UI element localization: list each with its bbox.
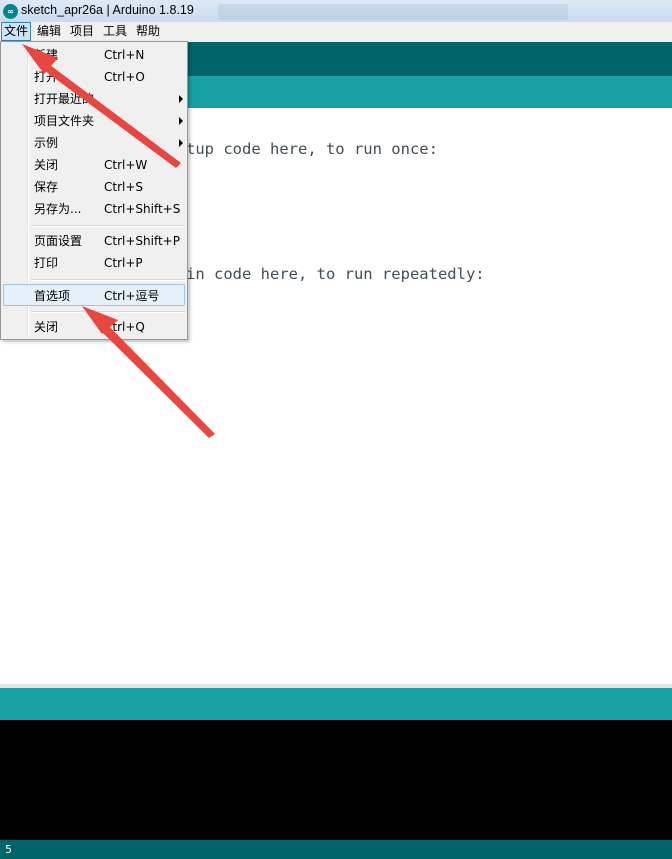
window-title: sketch_apr26a | Arduino 1.8.19 [21,3,194,17]
menu-separator [31,279,185,281]
message-bar [0,688,672,720]
menu-item-label: 首选项 [34,289,71,303]
menu-item-label: 新建 [34,48,59,62]
menu-item-print[interactable]: 打印 Ctrl+P [3,252,185,274]
submenu-arrow-icon [179,117,183,125]
code-comment-setup: tup code here, to run once: [186,140,438,158]
menu-item-shortcut: Ctrl+S [104,180,144,194]
menu-item-open[interactable]: 打开... Ctrl+O [3,66,185,88]
menu-tools[interactable]: 工具 [101,23,129,40]
submenu-arrow-icon [179,95,183,103]
status-footer: 5 [0,840,672,859]
menu-sketch[interactable]: 项目 [68,23,96,40]
menu-item-open-recent[interactable]: 打开最近的 [3,88,185,110]
menu-help[interactable]: 帮助 [134,23,162,40]
arduino-logo-icon: ∞ [3,4,18,19]
menu-item-label: 打开最近的 [34,92,95,106]
file-menu-dropdown: 新建 Ctrl+N 打开... Ctrl+O 打开最近的 项目文件夹 示例 关闭… [0,41,188,340]
menu-item-new[interactable]: 新建 Ctrl+N [3,44,185,66]
menu-item-shortcut: Ctrl+P [104,256,143,270]
menu-item-label: 另存为... [34,202,82,216]
menu-item-label: 示例 [34,136,59,150]
title-bar-background-ghost [218,4,568,20]
menu-separator [31,311,185,313]
menu-item-label: 关闭 [34,158,59,172]
menu-item-shortcut: Ctrl+Q [104,320,145,334]
menu-item-label: 页面设置 [34,234,83,248]
console-output[interactable] [0,720,672,840]
menu-item-examples[interactable]: 示例 [3,132,185,154]
menu-item-sketchbook[interactable]: 项目文件夹 [3,110,185,132]
line-number: 5 [5,843,12,856]
menu-item-shortcut: Ctrl+Shift+S [104,202,181,216]
code-comment-loop: in code here, to run repeatedly: [186,265,485,283]
title-bar: ∞ sketch_apr26a | Arduino 1.8.19 [0,0,672,22]
menu-item-label: 打印 [34,256,59,270]
menu-item-label: 关闭 [34,320,59,334]
menu-item-close[interactable]: 关闭 Ctrl+W [3,154,185,176]
menu-item-quit[interactable]: 关闭 Ctrl+Q [3,316,185,338]
menu-item-page-setup[interactable]: 页面设置 Ctrl+Shift+P [3,230,185,252]
menu-item-preferences[interactable]: 首选项 Ctrl+逗号 [3,284,185,306]
menu-item-save[interactable]: 保存 Ctrl+S [3,176,185,198]
menu-item-shortcut: Ctrl+Shift+P [104,234,180,248]
menu-edit[interactable]: 编辑 [35,23,63,40]
menu-item-shortcut: Ctrl+O [104,70,145,84]
menu-file[interactable]: 文件 [1,22,32,41]
menu-item-label: 保存 [34,180,59,194]
menu-item-label: 打开... [34,70,70,84]
menu-item-shortcut: Ctrl+逗号 [104,289,160,303]
submenu-arrow-icon [179,139,183,147]
menu-separator [31,225,185,227]
menu-item-shortcut: Ctrl+N [104,48,145,62]
menu-item-save-as[interactable]: 另存为... Ctrl+Shift+S [3,198,185,220]
menu-item-label: 项目文件夹 [34,114,95,128]
menu-item-shortcut: Ctrl+W [104,158,148,172]
menu-bar: 文件 编辑 项目 工具 帮助 [0,22,672,42]
